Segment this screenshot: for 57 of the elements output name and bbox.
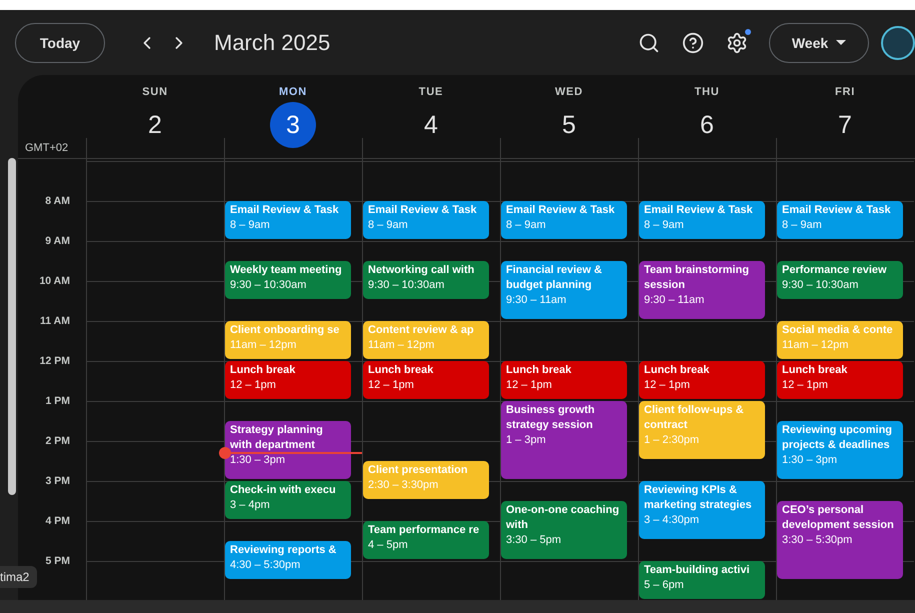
weekday-label: SUN: [142, 86, 168, 98]
event-card[interactable]: Lunch break 12 – 1pm: [225, 361, 351, 399]
month-title: March 2025: [214, 30, 330, 56]
event-card[interactable]: Email Review & Task 8 – 9am: [363, 201, 489, 239]
weekday-label: WED: [554, 86, 584, 98]
help-icon: [682, 32, 704, 54]
hour-label: 8 AM: [44, 194, 71, 209]
event-card[interactable]: Lunch break 12 – 1pm: [639, 361, 765, 399]
timezone-label: GMT+02: [25, 142, 68, 154]
event-card[interactable]: Business growth strategy session 1 – 3pm: [501, 401, 627, 479]
hour-label: 11 AM: [39, 314, 71, 329]
event-card[interactable]: Networking call with 9:30 – 10:30am: [363, 261, 489, 299]
view-dropdown[interactable]: Week: [769, 22, 869, 62]
event-card[interactable]: Financial review & budget planning 9:30 – 11am: [501, 261, 627, 319]
event-card[interactable]: Strategy planning with department 1:30 – 3pm: [225, 421, 351, 479]
hour-label: 10 AM: [38, 274, 71, 289]
settings-icon: [726, 32, 748, 54]
event-card[interactable]: Email Review & Task 8 – 9am: [639, 201, 765, 239]
tooltip: tima2: [0, 566, 38, 588]
event-card[interactable]: Team-building activi 5 – 6pm: [639, 561, 765, 599]
hour-label: 2 PM: [44, 434, 71, 449]
date-number[interactable]: 6: [684, 102, 730, 148]
event-card[interactable]: Email Review & Task 8 – 9am: [501, 201, 627, 239]
hour-label: 9 AM: [44, 234, 71, 249]
search-icon: [638, 32, 660, 54]
date-number[interactable]: 3: [270, 102, 316, 148]
avatar[interactable]: [881, 26, 915, 60]
event-card[interactable]: Reviewing KPIs & marketing strategies 3 – 4:30pm: [639, 481, 765, 539]
weekday-label: THU: [694, 86, 720, 98]
hour-label: 1 PM: [44, 394, 71, 409]
weekday-label: MON: [278, 86, 308, 98]
weekday-label: FRI: [834, 86, 856, 98]
event-card[interactable]: One-on-one coaching with 3:30 – 5pm: [501, 501, 627, 559]
date-number[interactable]: 5: [546, 102, 592, 148]
event-card[interactable]: Lunch break 12 – 1pm: [777, 361, 903, 399]
event-card[interactable]: CEO’s personal development session 3:30 – 5:30pm: [777, 501, 903, 579]
event-card[interactable]: Lunch break 12 – 1pm: [363, 361, 489, 399]
hour-label: 4 PM: [44, 514, 71, 529]
scrollbar[interactable]: [8, 158, 16, 495]
hour-label: 3 PM: [44, 474, 71, 489]
date-number[interactable]: 2: [132, 102, 178, 148]
event-card[interactable]: Reviewing reports & 4:30 – 5:30pm: [225, 541, 351, 579]
event-card[interactable]: Email Review & Task 8 – 9am: [777, 201, 903, 239]
event-card[interactable]: Email Review & Task 8 – 9am: [225, 201, 351, 239]
event-card[interactable]: Reviewing upcoming projects & deadlines 1:30 – 3pm: [777, 421, 903, 479]
hour-label: 12 PM: [38, 354, 71, 369]
weekday-label: TUE: [418, 86, 444, 98]
today-button[interactable]: Today: [15, 22, 105, 62]
event-card[interactable]: Check-in with execu 3 – 4pm: [225, 481, 351, 519]
event-card[interactable]: Performance review 9:30 – 10:30am: [777, 261, 903, 299]
event-card[interactable]: Team brainstorming session 9:30 – 11am: [639, 261, 765, 319]
date-number[interactable]: 4: [408, 102, 454, 148]
event-card[interactable]: Weekly team meeting 9:30 – 10:30am: [225, 261, 351, 299]
event-card[interactable]: Lunch break 12 – 1pm: [501, 361, 627, 399]
caret-icon: [836, 40, 846, 45]
event-card[interactable]: Team performance re 4 – 5pm: [363, 521, 489, 559]
date-number[interactable]: 7: [822, 102, 868, 148]
